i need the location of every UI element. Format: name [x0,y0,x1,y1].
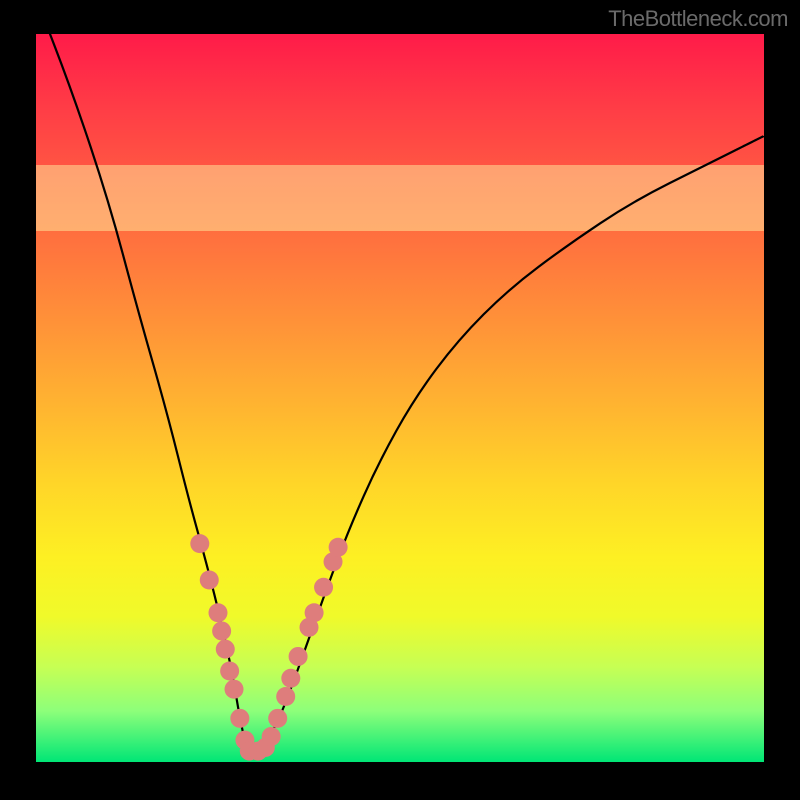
data-marker [212,621,231,640]
data-marker [220,662,239,681]
data-marker [276,687,295,706]
data-marker [329,538,348,557]
data-marker [289,647,308,666]
data-marker [225,680,244,699]
data-markers [190,534,347,760]
data-marker [268,709,287,728]
chart-svg [36,34,764,762]
data-marker [281,669,300,688]
data-marker [262,727,281,746]
data-marker [200,571,219,590]
data-marker [230,709,249,728]
data-marker [209,603,228,622]
plot-area [36,34,764,762]
data-marker [216,640,235,659]
data-marker [314,578,333,597]
data-marker [190,534,209,553]
watermark-text: TheBottleneck.com [608,6,788,32]
data-marker [305,603,324,622]
bottleneck-curve [36,34,764,751]
